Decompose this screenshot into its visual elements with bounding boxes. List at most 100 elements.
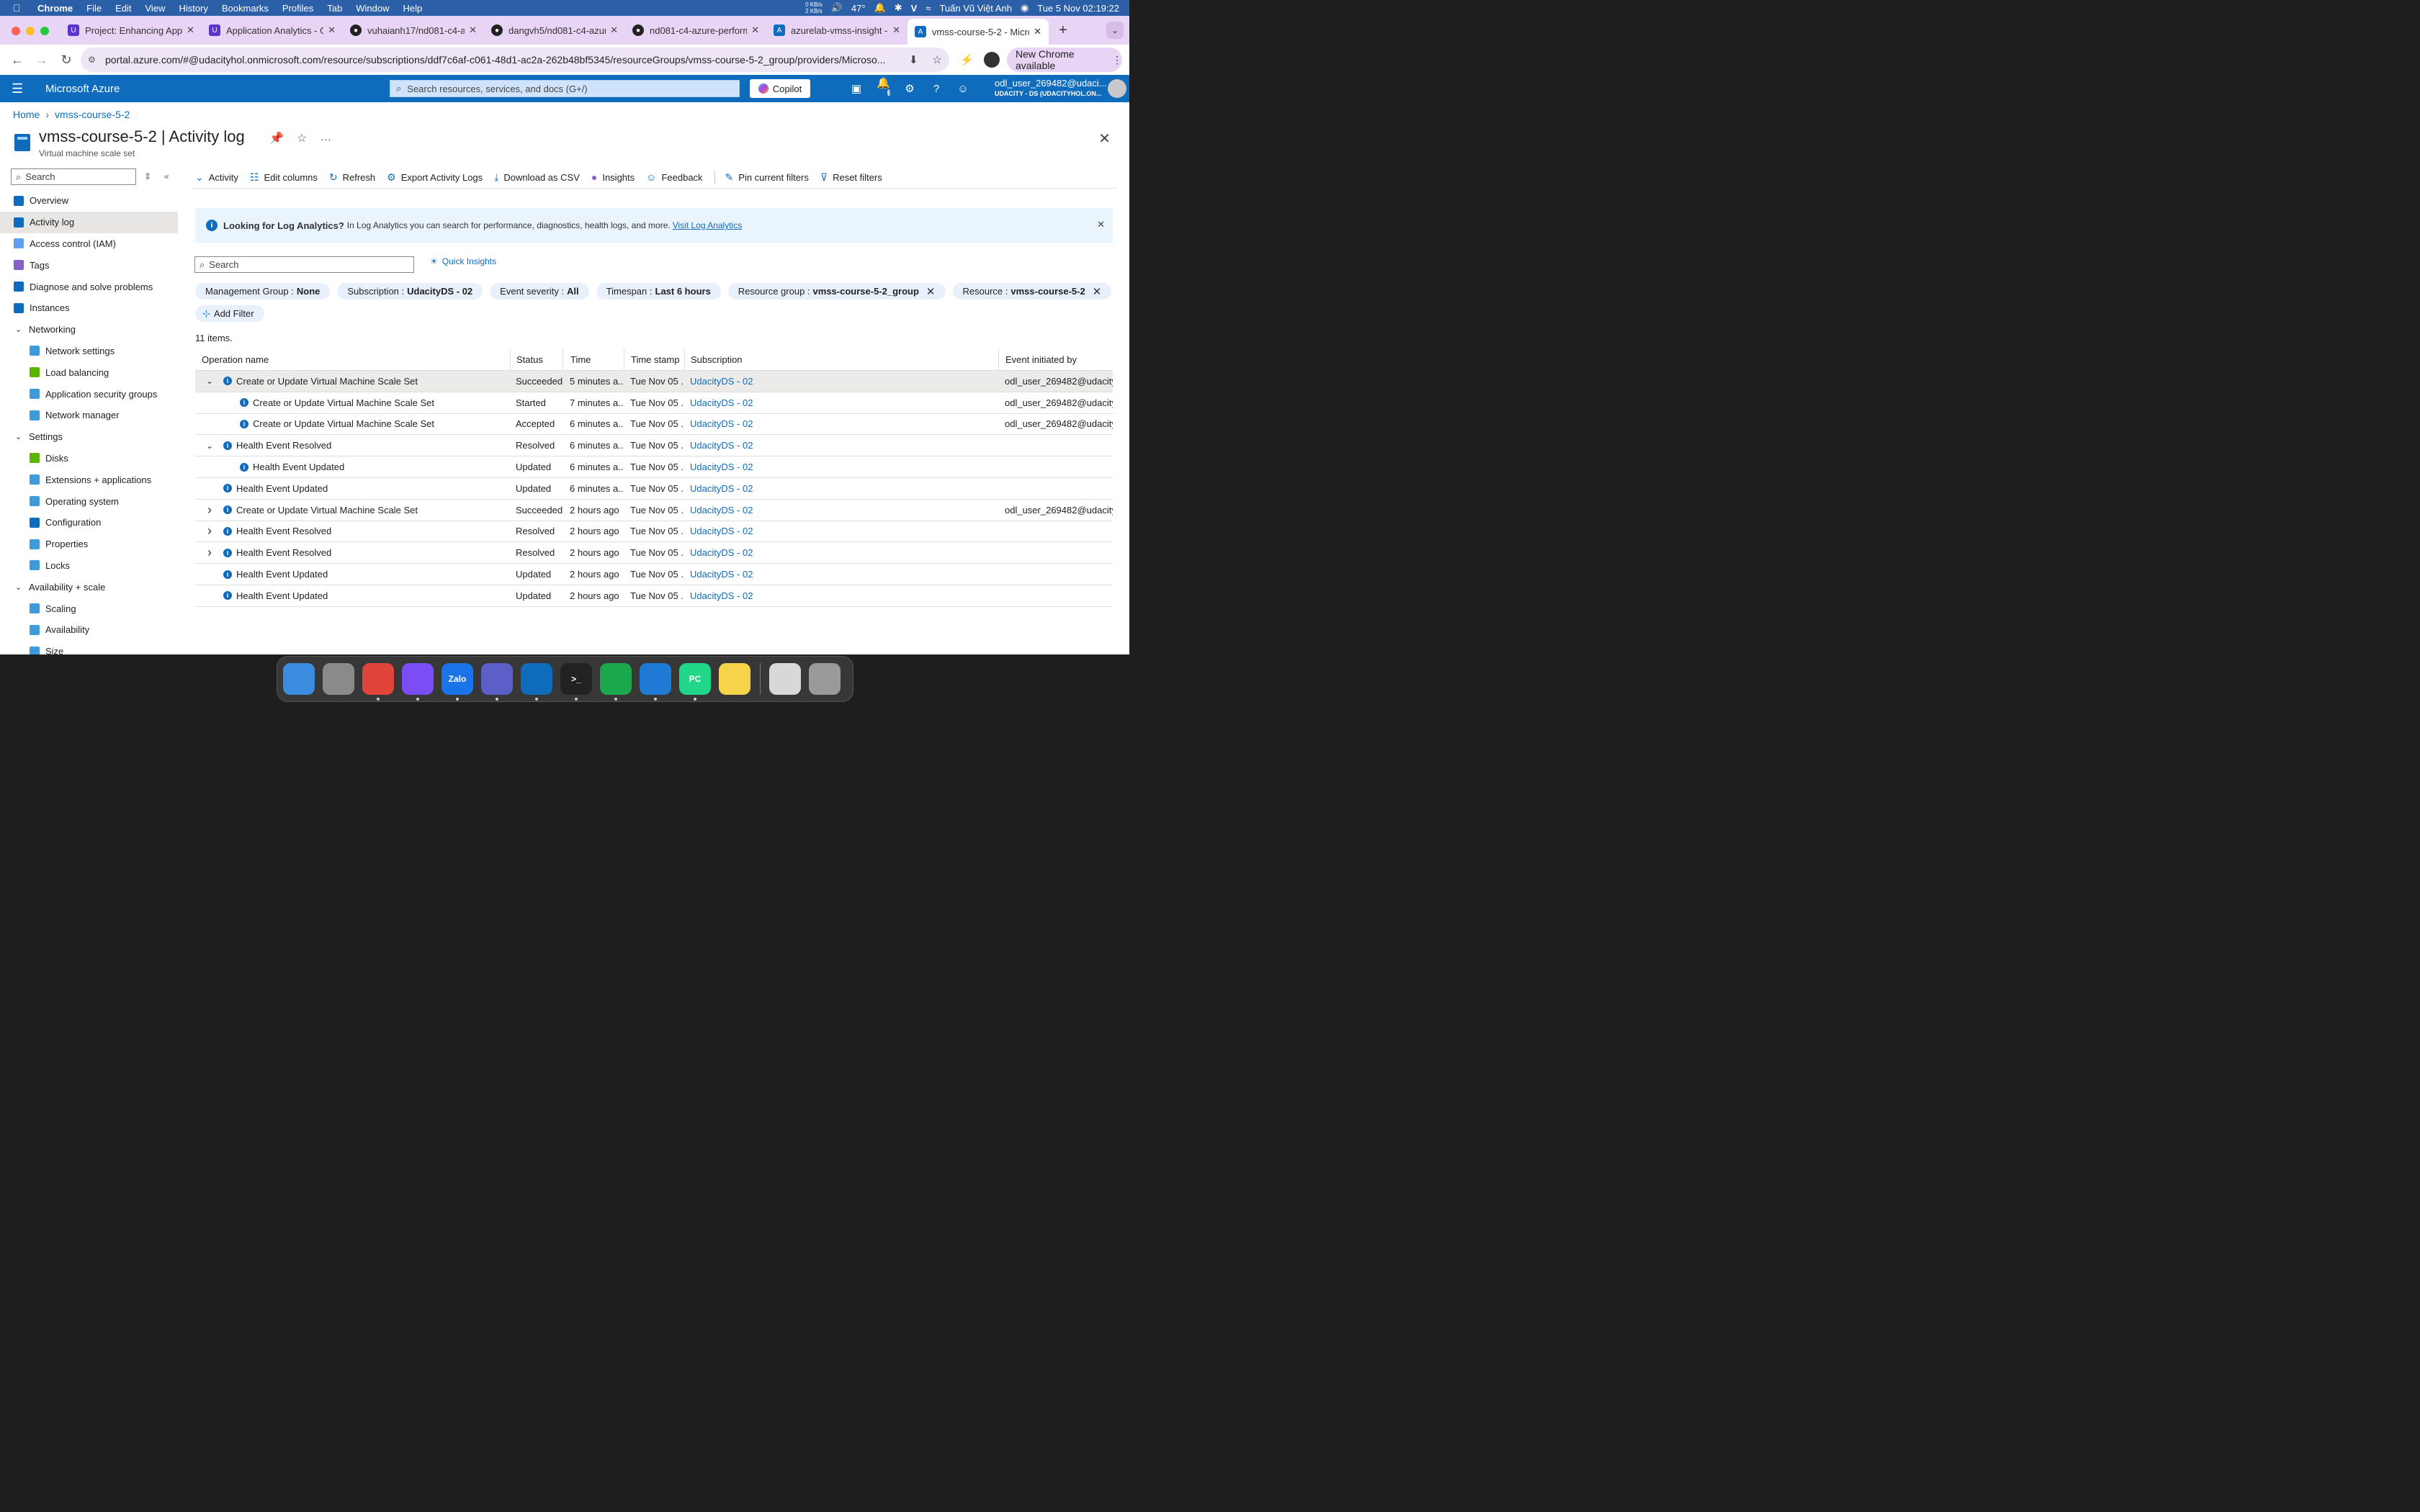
breadcrumb-home[interactable]: Home (13, 109, 40, 120)
menu-view[interactable]: View (145, 3, 165, 14)
chevron-down-icon[interactable]: ⌄ (15, 432, 22, 441)
column-header-time[interactable]: Time (563, 348, 624, 370)
control-center-icon[interactable]: ◉ (1021, 2, 1028, 14)
sidebar-item-settings[interactable]: ⌄ Settings (0, 426, 178, 448)
table-row[interactable]: i Create or Update Virtual Machine Scale … (195, 414, 1113, 436)
forward-icon[interactable]: → (35, 53, 49, 68)
sidebar-item-activity-log[interactable]: Activity log (0, 211, 178, 233)
close-tab-icon[interactable]: ✕ (610, 24, 618, 36)
filter-pill-timespan[interactable]: Timespan : Last 6 hours (596, 283, 721, 300)
pin-filters-button[interactable]: ✎ Pin current filters (725, 171, 809, 184)
teams-icon[interactable] (481, 663, 513, 701)
messenger-icon[interactable] (402, 663, 434, 701)
menu-file[interactable]: File (86, 3, 102, 14)
edit-columns-button[interactable]: ☷ Edit columns (250, 171, 318, 184)
quick-insights-link[interactable]: ☀ Quick Insights (430, 256, 496, 266)
filter-pill-management-group[interactable]: Management Group : None (195, 283, 331, 300)
activity-button[interactable]: ⌄ Activity (195, 171, 238, 184)
operation-name[interactable]: Health Event Updated (236, 590, 328, 601)
sidebar-item-properties[interactable]: Properties (0, 534, 178, 555)
subscription-link[interactable]: UdacityDS - 02 (690, 483, 753, 494)
table-row[interactable]: › i Create or Update Virtual Machine Scale… (195, 500, 1113, 521)
subscription-link[interactable]: UdacityDS - 02 (690, 590, 753, 601)
feedback-button[interactable]: ☺ Feedback (646, 171, 702, 183)
close-window-button[interactable] (12, 27, 20, 35)
operation-name[interactable]: Create or Update Virtual Machine Scale S… (236, 505, 418, 516)
subscription-link[interactable]: UdacityDS - 02 (690, 547, 753, 558)
browser-tab[interactable]: U Project: Enhancing Appli ✕ (60, 19, 202, 42)
table-row[interactable]: i Health Event Updated Updated 6 minutes a.… (195, 478, 1113, 500)
sidebar-item-size[interactable]: Size (0, 641, 178, 654)
back-icon[interactable]: ← (10, 53, 24, 68)
subscription-link[interactable]: UdacityDS - 02 (690, 440, 753, 451)
extension-icon[interactable]: ⚡ (960, 53, 974, 66)
column-header-operation[interactable]: Operation name (195, 348, 510, 370)
sidebar-item-access-control-iam[interactable]: Access control (IAM) (0, 233, 178, 255)
table-row[interactable]: ⌄ i Health Event Resolved Resolved 6 minutes… (195, 435, 1113, 457)
download-csv-button[interactable]: ⤓ Download as CSV (494, 171, 580, 184)
operation-name[interactable]: Create or Update Virtual Machine Scale S… (253, 418, 434, 429)
reload-icon[interactable]: ↻ (59, 53, 73, 68)
filter-pill-subscription[interactable]: Subscription : UdacityDS - 02 (337, 283, 483, 300)
visit-log-analytics-link[interactable]: Visit Log Analytics (673, 220, 743, 230)
column-header-subscription[interactable]: Subscription (684, 348, 998, 370)
terminal-icon[interactable]: >_ (560, 663, 592, 701)
settings-gear-icon[interactable]: ⚙ (903, 82, 916, 95)
operation-name[interactable]: Create or Update Virtual Machine Scale S… (236, 376, 418, 387)
close-tab-icon[interactable]: ✕ (328, 24, 336, 36)
site-settings-icon[interactable]: ⚙ (88, 55, 101, 65)
launchpad-icon[interactable] (323, 663, 354, 695)
trash-icon[interactable] (809, 663, 841, 695)
sidebar-item-locks[interactable]: Locks (0, 555, 178, 577)
operation-name[interactable]: Health Event Resolved (236, 440, 331, 451)
sidebar-item-availability[interactable]: Availability (0, 619, 178, 641)
menu-bookmarks[interactable]: Bookmarks (222, 3, 269, 14)
global-search-input[interactable]: ⌕ Search resources, services, and docs (G… (390, 80, 740, 97)
sidebar-item-scaling[interactable]: Scaling (0, 598, 178, 619)
column-header-status[interactable]: Status (510, 348, 563, 370)
menu-history[interactable]: History (179, 3, 207, 14)
chevron-right-icon[interactable]: › (202, 523, 218, 539)
sidebar-item-extensions-applications[interactable]: Extensions + applications (0, 469, 178, 490)
filter-pill-resource[interactable]: Resource : vmss-course-5-2 ✕ (952, 283, 1112, 300)
zoom-window-button[interactable] (40, 27, 49, 35)
table-row[interactable]: i Create or Update Virtual Machine Scale … (195, 392, 1113, 414)
browser-tab-active[interactable]: Avmss-course-5-2 - Micro ✕ (908, 19, 1049, 45)
subscription-link[interactable]: UdacityDS - 02 (690, 462, 753, 472)
volume-icon[interactable]: 🔊 (831, 2, 843, 14)
column-header-initiated-by[interactable]: Event initiated by (998, 348, 1113, 370)
finder-icon[interactable] (283, 663, 315, 695)
menu-edit[interactable]: Edit (115, 3, 131, 14)
operation-name[interactable]: Health Event Updated (253, 462, 344, 472)
insights-button[interactable]: ● Insights (591, 171, 635, 183)
pin-icon[interactable]: 📌 (269, 131, 284, 145)
collapse-sidebar-icon[interactable]: « (164, 171, 169, 181)
menu-chrome[interactable]: Chrome (37, 3, 73, 14)
chevron-down-icon[interactable]: ⌄ (202, 376, 218, 386)
close-blade-icon[interactable]: ✕ (1098, 130, 1111, 148)
hamburger-menu-icon[interactable]: ☰ (12, 81, 27, 96)
sidebar-item-overview[interactable]: Overview (0, 190, 178, 212)
log-search-input[interactable]: ⌕ Search (194, 256, 414, 273)
profile-avatar-icon[interactable] (984, 52, 1000, 68)
sidebar-search-input[interactable]: ⌕ Search (11, 168, 136, 185)
close-tab-icon[interactable]: ✕ (751, 24, 759, 36)
sidebar-item-tags[interactable]: Tags (0, 254, 178, 276)
subscription-link[interactable]: UdacityDS - 02 (690, 418, 753, 429)
bookmark-star-icon[interactable]: ☆ (933, 53, 942, 66)
table-row[interactable]: i Health Event Updated Updated 2 hours ago T… (195, 585, 1113, 607)
menu-tab[interactable]: Tab (327, 3, 342, 14)
table-row[interactable]: i Health Event Updated Updated 2 hours ago T… (195, 564, 1113, 585)
more-menu-icon[interactable]: ⋮ (1112, 54, 1122, 66)
filter-pill-event-severity[interactable]: Event severity : All (490, 283, 589, 300)
vscode-icon[interactable] (640, 663, 671, 701)
cloud-app-icon[interactable] (600, 663, 632, 701)
more-actions-icon[interactable]: … (320, 131, 331, 145)
subscription-link[interactable]: UdacityDS - 02 (690, 397, 753, 408)
close-tab-icon[interactable]: ✕ (892, 24, 900, 36)
minimize-window-button[interactable] (26, 27, 35, 35)
address-bar[interactable]: ⚙ portal.azure.com/#@udacityhol.onmicros… (81, 48, 949, 72)
menu-help[interactable]: Help (403, 3, 423, 14)
subscription-link[interactable]: UdacityDS - 02 (690, 505, 753, 516)
sidebar-item-network-settings[interactable]: Network settings (0, 341, 178, 362)
